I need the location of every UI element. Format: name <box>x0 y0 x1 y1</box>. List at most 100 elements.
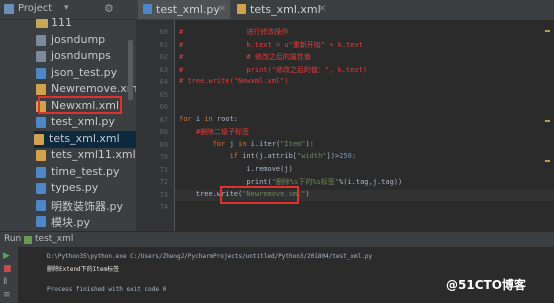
code-token: j <box>229 139 239 148</box>
line-number: 66 <box>159 103 168 111</box>
file-icon <box>36 150 46 161</box>
file-icon <box>36 84 46 95</box>
line-number: 60 <box>159 28 168 36</box>
file-icon <box>36 51 46 62</box>
tab-test-xml-py[interactable]: test_xml.py × <box>138 0 230 19</box>
run-toolbar: ▶ ■ Ⅱ ≡ <box>0 247 18 303</box>
code-token: # print("修改之后的值：", k.text) <box>179 65 368 74</box>
line-number: 73 <box>159 190 168 199</box>
code-token: #删除二级子标签 <box>179 128 250 136</box>
code-token: "width" <box>297 152 327 160</box>
line-number: 72 <box>159 178 168 186</box>
run-config-name[interactable]: test_xml <box>35 234 73 244</box>
line-number: 65 <box>159 90 168 99</box>
file-icon <box>36 166 46 178</box>
code-line: # 进行修改操作 <box>179 27 288 37</box>
close-icon[interactable]: × <box>318 3 326 14</box>
tree-item[interactable]: types.py <box>36 180 132 197</box>
tab-tets-xml-xml[interactable]: tets_xml.xml × <box>232 0 332 19</box>
tree-item-label: 明数装饰器.py <box>51 199 123 213</box>
code-line: for i in root: <box>179 115 238 123</box>
tree-item[interactable]: 模块.py <box>36 213 132 230</box>
tab-label: tets_xml.xml <box>250 3 321 16</box>
tree-item[interactable]: tets_xml.xml <box>34 130 136 148</box>
dropdown-arrow-icon[interactable]: ▾ <box>64 3 69 13</box>
scroll-marker <box>545 120 550 122</box>
code-token: # # 修改之后的属性值 <box>179 53 311 61</box>
tree-item-label: tets_xml11.xml <box>51 148 136 161</box>
tree-item-label: 模块.py <box>51 216 90 229</box>
code-line: # print("修改之后的值：", k.text) <box>179 65 367 75</box>
scroll-marker <box>545 160 550 162</box>
tree-item-label: Newremove.xml <box>51 82 136 95</box>
tree-item-label: 111 <box>51 16 72 29</box>
code-token: for <box>179 114 196 123</box>
tree-item[interactable]: josndump <box>36 32 132 49</box>
file-icon <box>36 67 46 79</box>
line-number: 70 <box>159 153 168 161</box>
code-token: : <box>351 152 357 160</box>
code-token: %(i.tag,j.tag)) <box>339 178 403 186</box>
settings-icon[interactable]: ≡ <box>3 290 11 300</box>
tree-item[interactable]: test_xml.py <box>36 114 132 131</box>
line-number: 64 <box>159 78 168 86</box>
tree-item-label: types.py <box>51 181 99 194</box>
tree-item[interactable]: 明数装饰器.py <box>36 197 132 214</box>
tree-item[interactable]: json_test.py <box>36 65 132 82</box>
code-line: # # 修改之后的属性值 <box>179 52 311 62</box>
code-token: in <box>204 114 217 123</box>
watermark: @51CTO博客 <box>446 278 526 292</box>
file-icon <box>34 133 44 145</box>
code-token: ) <box>305 189 310 198</box>
tree-item-label: test_xml.py <box>51 115 115 128</box>
code-token: root: <box>216 114 239 123</box>
tree-item-label: tets_xml.xml <box>49 131 120 145</box>
line-number: 63 <box>159 65 168 74</box>
code-line: # tree.write("Newxml.xml") <box>179 77 289 85</box>
code-line: i.remove(j) <box>179 164 293 173</box>
tree-item[interactable]: tets_xml11.xml <box>36 147 136 164</box>
project-icon <box>4 4 14 14</box>
annotation-box-newxml <box>38 96 122 114</box>
folder-icon <box>36 19 48 28</box>
line-number: 61 <box>159 40 168 49</box>
line-number: 67 <box>159 115 168 124</box>
line-number: 71 <box>159 165 168 174</box>
line-number-gutter: 60 61 62 63 64 65 66 67 68 69 70 71 72 73 74 <box>136 20 175 231</box>
code-line: for j in i.iter("Item"): <box>179 140 314 148</box>
close-icon[interactable]: × <box>218 3 226 14</box>
rerun-icon[interactable]: ▶ <box>3 251 10 261</box>
tree-item[interactable]: josndumps <box>36 48 132 65</box>
code-token: ): <box>305 139 314 148</box>
file-icon <box>36 183 46 194</box>
line-number: 62 <box>159 53 168 61</box>
tree-item[interactable]: time_test.py <box>36 164 132 181</box>
tree-item[interactable]: 111 <box>36 15 132 32</box>
file-icon <box>36 117 46 128</box>
project-panel: Project ▾ ⚙ 111 josndump josndumps json_tes… <box>0 0 136 231</box>
line-number: 69 <box>159 140 168 149</box>
run-label[interactable]: Run <box>4 234 21 244</box>
console-line: 删除Extend下的Item标签 <box>47 266 120 273</box>
code-token: i.remove(j) <box>179 164 293 173</box>
code-token: # 进行修改操作 <box>179 28 289 36</box>
code-token: for <box>179 139 230 148</box>
tab-label: test_xml.py <box>156 3 220 16</box>
gear-icon[interactable]: ⚙ <box>104 2 114 15</box>
code-token: # tree.write("Newxml.xml") <box>179 77 289 85</box>
editor-tab-bar: test_xml.py × tets_xml.xml × <box>136 0 554 21</box>
code-token: "Item" <box>280 139 306 148</box>
python-run-icon <box>24 236 32 244</box>
console-line: Process finished with exit code 0 <box>47 286 167 293</box>
project-scrollbar[interactable] <box>128 40 133 100</box>
pause-icon[interactable]: Ⅱ <box>3 277 7 287</box>
line-number: 68 <box>159 128 168 136</box>
code-token: ])> <box>326 152 340 160</box>
project-panel-title[interactable]: Project <box>18 3 52 14</box>
file-icon <box>36 216 46 227</box>
code-token: i.iter( <box>250 139 281 148</box>
code-token: if <box>179 152 243 160</box>
stop-icon[interactable]: ■ <box>3 264 12 274</box>
code-line: # k.text = u"重新开始" + k.text <box>179 40 363 50</box>
run-console[interactable]: D:\Python35\python.exe C:/Users/ZhengJ/P… <box>19 247 554 303</box>
